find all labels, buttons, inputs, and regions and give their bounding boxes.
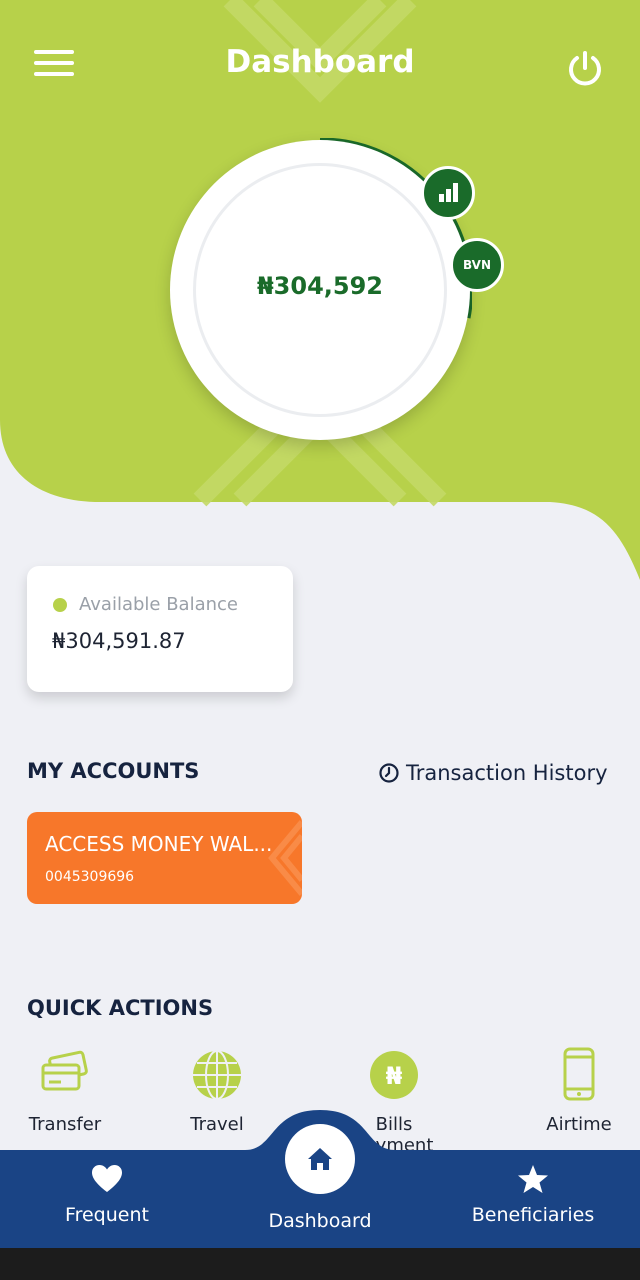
power-icon[interactable]	[565, 48, 605, 88]
quick-actions-title: QUICK ACTIONS	[27, 996, 214, 1020]
nav-item-dashboard[interactable]	[285, 1124, 355, 1194]
transaction-history-label: Transaction History	[406, 761, 608, 785]
top-bar: Dashboard	[0, 30, 640, 102]
available-balance-label: Available Balance	[79, 594, 238, 615]
available-balance-card: Available Balance ₦304,591.87	[27, 566, 293, 692]
available-balance-value: ₦304,591.87	[52, 629, 186, 653]
system-nav-bar	[0, 1248, 640, 1280]
phone-icon	[549, 1045, 609, 1105]
nav-label-frequent: Frequent	[65, 1204, 149, 1226]
bar-chart-icon[interactable]	[421, 166, 475, 220]
bvn-button[interactable]: BVN	[450, 238, 504, 292]
page-title: Dashboard	[225, 44, 415, 80]
svg-text:₦: ₦	[386, 1062, 403, 1090]
card-pattern	[268, 820, 302, 896]
star-icon	[518, 1165, 548, 1193]
cards-icon	[35, 1045, 95, 1105]
home-icon	[308, 1148, 332, 1170]
balance-circle-amount: ₦304,592	[256, 272, 383, 300]
nav-item-frequent[interactable]: Frequent	[22, 1164, 192, 1226]
status-dot-icon	[53, 598, 67, 612]
globe-icon	[187, 1045, 247, 1105]
transaction-history-link[interactable]: Transaction History	[378, 758, 608, 788]
nav-label-beneficiaries: Beneficiaries	[471, 1204, 595, 1226]
account-number: 0045309696	[45, 869, 135, 885]
naira-icon: ₦	[364, 1045, 424, 1105]
my-accounts-title: MY ACCOUNTS	[27, 759, 200, 783]
clock-icon	[379, 763, 399, 783]
account-card[interactable]: ACCESS MONEY WAL... 0045309696	[27, 812, 302, 904]
nav-item-beneficiaries[interactable]: Beneficiaries	[448, 1164, 618, 1226]
account-name: ACCESS MONEY WAL...	[45, 832, 273, 856]
heart-icon	[92, 1165, 122, 1192]
nav-label-dashboard: Dashboard	[268, 1210, 372, 1232]
